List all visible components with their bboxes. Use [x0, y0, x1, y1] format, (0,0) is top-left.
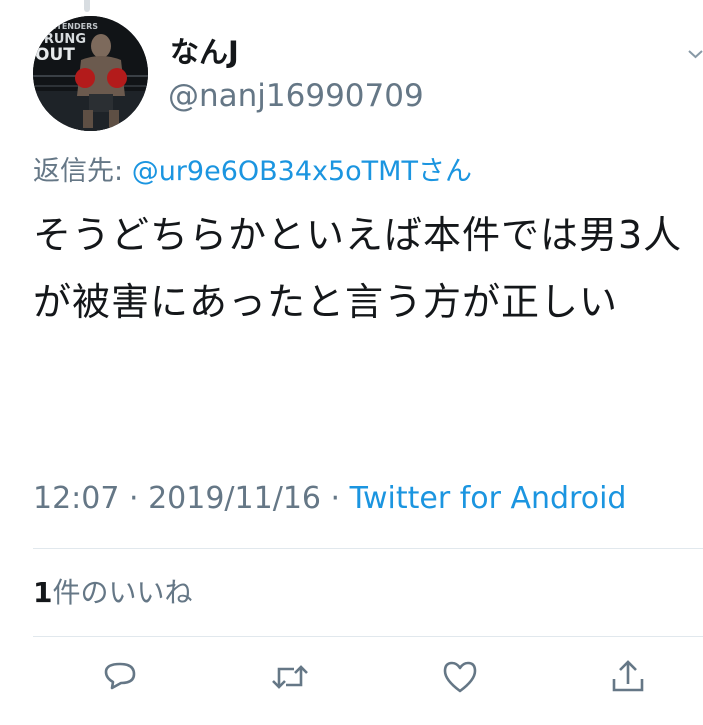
meta-separator: ·	[321, 481, 350, 516]
reply-icon	[104, 662, 136, 690]
avatar-text-top: CONTENDERS	[37, 22, 98, 31]
thread-connector-line	[84, 0, 90, 12]
user-handle[interactable]: @nanj16990709	[168, 78, 424, 114]
avatar-text-bottom: OUT	[35, 45, 75, 65]
likes-label: 件のいいね	[52, 576, 193, 609]
tweet-metadata: 12:07 · 2019/11/16 · Twitter for Android	[33, 478, 626, 520]
avatar-image: CONTENDERS TRUNG OUT	[33, 16, 148, 131]
likes-number: 1	[33, 576, 53, 609]
share-button[interactable]	[608, 657, 648, 697]
like-button[interactable]	[440, 657, 480, 697]
tweet-source[interactable]: Twitter for Android	[350, 481, 627, 516]
share-icon	[612, 660, 644, 692]
reply-to-prefix: 返信先:	[33, 156, 132, 187]
heart-icon	[443, 661, 477, 693]
tweet-date[interactable]: 2019/11/16	[148, 481, 321, 516]
tweet-time[interactable]: 12:07	[33, 481, 119, 516]
likes-count[interactable]: 1件のいいね	[33, 575, 193, 611]
divider	[33, 636, 703, 637]
retweet-button[interactable]	[270, 657, 310, 697]
reply-to-line: 返信先: @ur9e6OB34x5oTMTさん	[33, 154, 472, 190]
display-name[interactable]: なんJ	[170, 34, 239, 70]
retweet-icon	[272, 665, 308, 689]
reply-to-mention[interactable]: @ur9e6OB34x5oTMTさん	[132, 156, 472, 187]
divider	[33, 548, 703, 549]
reply-button[interactable]	[100, 657, 140, 697]
chevron-down-icon[interactable]	[688, 46, 703, 62]
meta-separator: ·	[119, 481, 149, 516]
tweet-text: そうどちらかといえば本件では男3人が被害にあったと言う方が正しい	[33, 213, 683, 324]
avatar[interactable]: CONTENDERS TRUNG OUT	[33, 16, 148, 131]
